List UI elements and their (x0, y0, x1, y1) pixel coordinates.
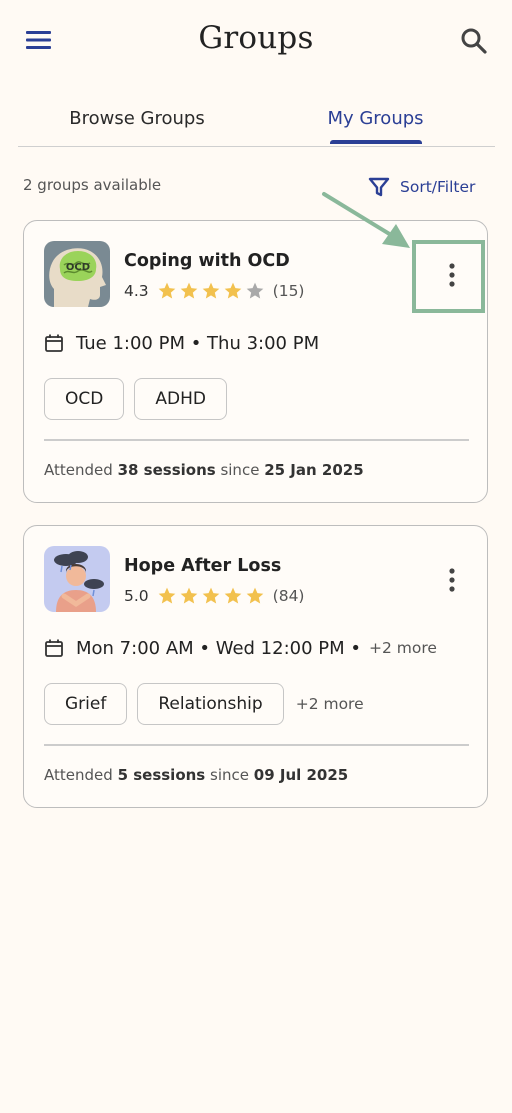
head-with-ocd-brain-icon: OCD (44, 241, 110, 307)
search-button[interactable] (454, 22, 494, 60)
star-icon (224, 587, 241, 604)
star-icon (202, 587, 219, 604)
svg-text:OCD: OCD (66, 262, 90, 273)
schedule-row: Tue 1:00 PM • Thu 3:00 PM (44, 329, 319, 357)
star-icon (246, 587, 263, 604)
schedule-more[interactable]: +2 more (369, 639, 437, 657)
person-under-clouds-icon (44, 546, 110, 612)
tag-chip[interactable]: Grief (44, 683, 128, 725)
app-header: Groups (0, 0, 512, 84)
group-title: Hope After Loss (124, 556, 282, 576)
page-title: Groups (198, 20, 314, 56)
attended-prefix: Attended (44, 766, 113, 784)
review-count: (15) (272, 282, 305, 300)
group-title: Coping with OCD (124, 251, 290, 271)
star-empty-icon (246, 282, 263, 299)
attendance-summary: Attended 38 sessions since 25 Jan 2025 (44, 461, 364, 479)
attended-sessions: 38 sessions (117, 461, 216, 479)
tag-list: Grief Relationship +2 more (44, 682, 364, 726)
tab-bar: Browse Groups My Groups (18, 90, 495, 147)
tag-chip[interactable]: Relationship (137, 683, 284, 725)
rating-value: 4.3 (124, 282, 149, 300)
tag-chip[interactable]: OCD (44, 378, 125, 420)
attended-sessions: 5 sessions (117, 766, 206, 784)
group-thumbnail: OCD (44, 241, 110, 307)
calendar-icon (45, 639, 63, 657)
calendar-icon (45, 334, 63, 352)
tag-list: OCD ADHD (44, 377, 227, 421)
tag-chip[interactable]: ADHD (134, 378, 227, 420)
highlight-box (412, 240, 485, 313)
star-rating (157, 281, 265, 301)
more-vertical-icon (449, 568, 455, 592)
search-icon (461, 28, 487, 54)
attendance-summary: Attended 5 sessions since 09 Jul 2025 (44, 766, 348, 784)
more-options-button[interactable] (430, 562, 474, 598)
star-icon (224, 282, 241, 299)
rating-row: 4.3 (15) (124, 279, 304, 303)
tab-my-groups[interactable]: My Groups (256, 90, 495, 146)
attended-date: 09 Jul 2025 (253, 766, 349, 784)
group-card[interactable]: Hope After Loss 5.0 (84) Mon 7:00 AM • W… (23, 525, 488, 808)
star-icon (158, 587, 175, 604)
star-icon (180, 282, 197, 299)
tab-browse-groups[interactable]: Browse Groups (18, 90, 256, 146)
schedule-row: Mon 7:00 AM • Wed 12:00 PM • +2 more (44, 634, 437, 662)
pointer-arrow-icon (322, 192, 410, 248)
card-divider (44, 439, 469, 441)
star-icon (158, 282, 175, 299)
groups-count: 2 groups available (23, 176, 162, 194)
attended-since: since (210, 766, 249, 784)
tags-more[interactable]: +2 more (296, 695, 364, 713)
rating-row: 5.0 (84) (124, 584, 304, 608)
group-thumbnail (44, 546, 110, 612)
attended-date: 25 Jan 2025 (264, 461, 364, 479)
active-tab-indicator (330, 140, 422, 144)
rating-value: 5.0 (124, 587, 149, 605)
attended-prefix: Attended (44, 461, 113, 479)
card-divider (44, 744, 469, 746)
star-icon (180, 587, 197, 604)
attended-since: since (220, 461, 260, 479)
schedule-text: Mon 7:00 AM • Wed 12:00 PM • (76, 637, 362, 659)
star-icon (202, 282, 219, 299)
review-count: (84) (272, 587, 305, 605)
schedule-text: Tue 1:00 PM • Thu 3:00 PM (76, 332, 320, 354)
star-rating (157, 586, 265, 606)
